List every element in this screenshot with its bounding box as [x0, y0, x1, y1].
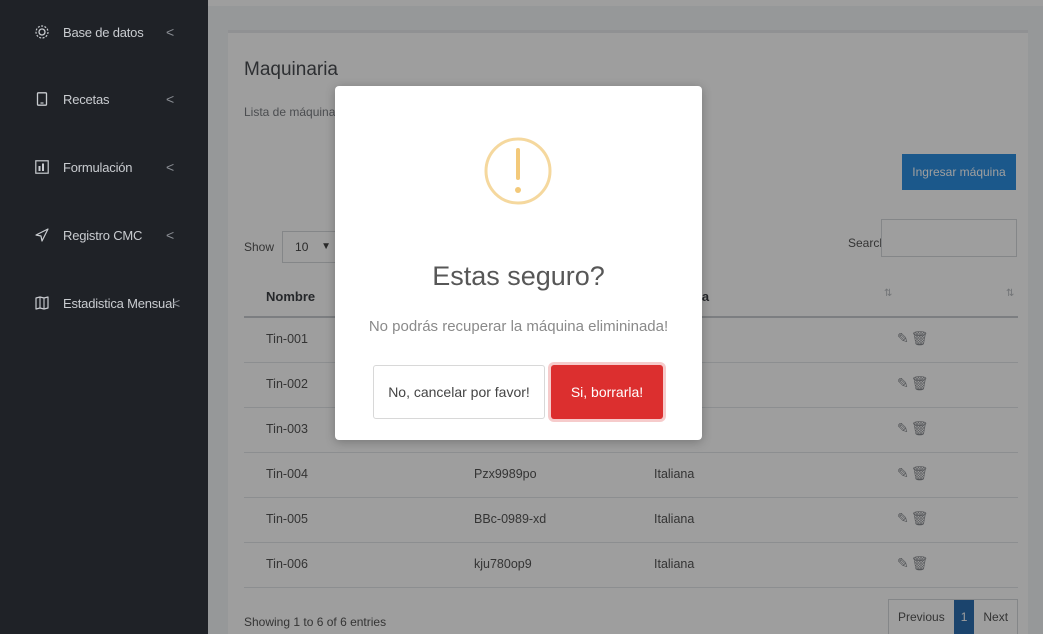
gear-icon — [35, 25, 49, 39]
sidebar-item-registro-cmc[interactable]: Registro CMC < — [0, 218, 208, 252]
send-icon — [35, 228, 49, 242]
confirm-delete-button[interactable]: Si, borrarla! — [551, 365, 663, 419]
chart-icon — [35, 160, 49, 174]
sidebar-item-label: Registro CMC — [63, 227, 143, 243]
chevron-left-icon: < — [172, 295, 180, 311]
confirm-dialog: Estas seguro? No podrás recuperar la máq… — [335, 86, 702, 440]
sidebar-item-label: Base de datos — [63, 24, 144, 40]
map-icon — [35, 296, 49, 310]
cancel-button[interactable]: No, cancelar por favor! — [373, 365, 545, 419]
warning-icon — [483, 126, 553, 216]
sidebar-item-formulacion[interactable]: Formulación < — [0, 150, 208, 184]
sidebar-item-estadistica-mensual[interactable]: Estadistica Mensual < — [0, 286, 208, 320]
dialog-title: Estas seguro? — [432, 261, 605, 291]
sidebar-item-label: Estadistica Mensual — [63, 295, 175, 311]
sidebar-item-label: Formulación — [63, 159, 133, 175]
chevron-left-icon: < — [166, 159, 174, 175]
sidebar-item-base-de-datos[interactable]: Base de datos < — [0, 15, 208, 49]
sidebar-item-recetas[interactable]: Recetas < — [0, 82, 208, 116]
sidebar-item-label: Recetas — [63, 91, 110, 107]
chevron-left-icon: < — [166, 24, 174, 40]
chevron-left-icon: < — [166, 91, 174, 107]
chevron-left-icon: < — [166, 227, 174, 243]
sidebar: Base de datos < Recetas < Formulación < … — [0, 0, 208, 634]
dialog-message: No podrás recuperar la máquina eliminina… — [368, 318, 669, 335]
tablet-icon — [35, 92, 49, 106]
